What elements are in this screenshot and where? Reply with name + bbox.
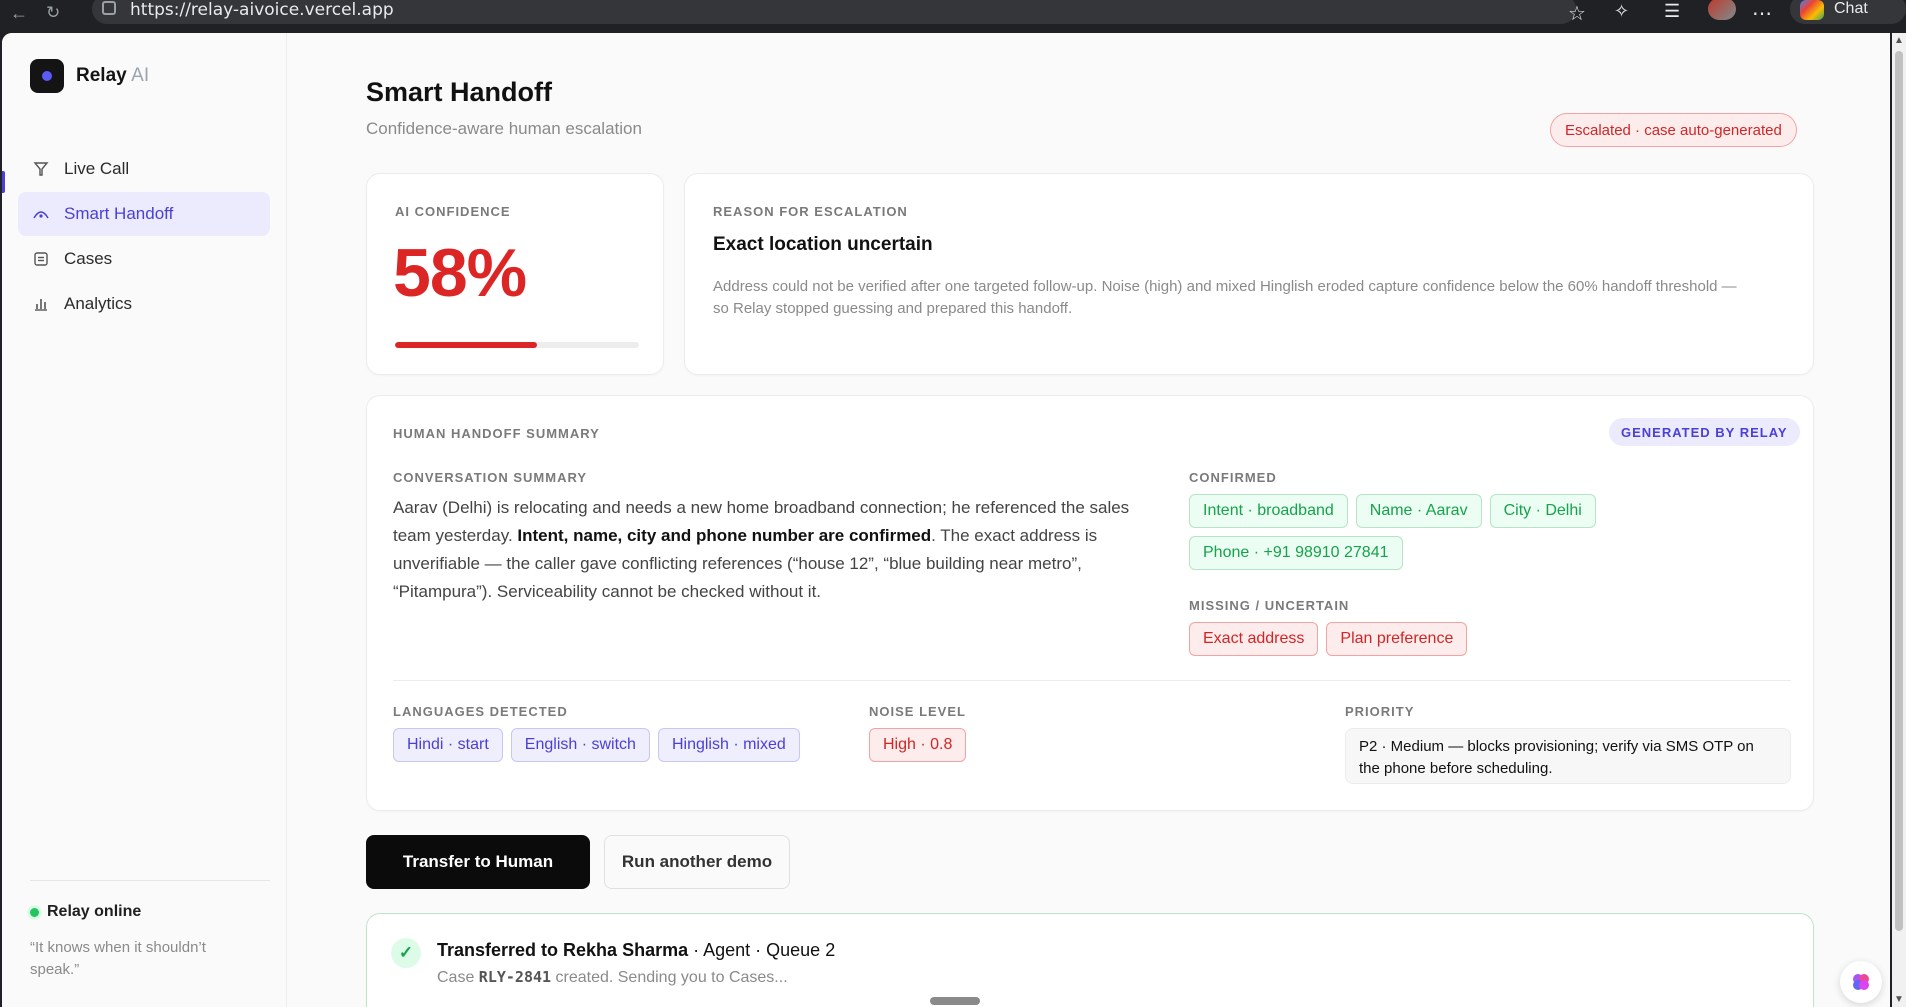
antenna-icon	[32, 160, 50, 178]
browser-chrome: ← ↻ https://relay-aivoice.vercel.app ☆ ✧…	[0, 0, 1906, 32]
conversation-label: CONVERSATION SUMMARY	[393, 470, 588, 485]
scroll-up-icon[interactable]: ▲	[1894, 35, 1904, 46]
transfer-status-card: ✓ Transferred to Rekha Sharma · Agent · …	[366, 913, 1814, 1007]
page-subtitle: Confidence-aware human escalation	[366, 119, 642, 138]
reason-text: Address could not be verified after one …	[713, 278, 1737, 317]
sidebar-item-analytics[interactable]: Analytics	[18, 282, 270, 326]
noise-chip: High · 0.8	[869, 728, 967, 762]
case-id[interactable]: RLY-2841	[479, 968, 551, 986]
priority-value: P2 · Medium — blocks provisioning; verif…	[1345, 728, 1791, 784]
online-status-dot	[30, 907, 39, 917]
generated-badge: GENERATED BY RELAY	[1609, 418, 1800, 446]
sidebar-item-label: Cases	[64, 249, 113, 268]
check-icon: ✓	[391, 938, 421, 968]
languages-label: LANGUAGES DETECTED	[393, 704, 568, 719]
language-chips: Hindi · start English · switch Hinglish …	[393, 728, 893, 762]
back-icon[interactable]: ←	[10, 3, 28, 24]
run-another-demo-button[interactable]: Run another demo	[604, 835, 790, 889]
missing-label: MISSING / UNCERTAIN	[1189, 598, 1350, 613]
reason-title: Exact location uncertain	[713, 234, 933, 255]
missing-chip: Exact address	[1189, 622, 1319, 656]
reason-label: REASON FOR ESCALATION	[713, 204, 908, 219]
confidence-card: AI CONFIDENCE 58%	[366, 173, 664, 375]
tagline: “It knows when it shouldn’t speak.”	[30, 939, 206, 978]
profile-avatar[interactable]	[1708, 0, 1736, 20]
chat-label: Chat	[1834, 0, 1868, 17]
more-icon[interactable]: ⋯	[1752, 1, 1772, 26]
page-title: Smart Handoff	[366, 77, 553, 107]
active-indicator	[2, 171, 5, 193]
online-status: Relay online	[47, 903, 142, 920]
sidebar-item-label: Live Call	[64, 159, 130, 178]
sidebar: Relay AI Live Call Smart Handoff Cases A…	[2, 33, 287, 1007]
sidebar-nav: Live Call Smart Handoff Cases Analytics	[18, 147, 270, 327]
confirmed-chip: Name · Aarav	[1355, 494, 1482, 528]
reload-icon[interactable]: ↻	[46, 3, 60, 23]
transfer-message: Transferred to Rekha Sharma · Agent · Qu…	[437, 940, 836, 960]
case-icon	[32, 250, 50, 268]
site-info-icon[interactable]	[102, 1, 116, 15]
copilot-icon	[1800, 0, 1824, 20]
reason-card: REASON FOR ESCALATION Exact location unc…	[684, 173, 1814, 375]
noise-label: NOISE LEVEL	[869, 704, 966, 719]
missing-chip: Plan preference	[1326, 622, 1468, 656]
status-badge: Escalated · case auto-generated	[1550, 113, 1797, 147]
confirmed-chips: Intent · broadband Name · Aarav City · D…	[1189, 494, 1789, 570]
handoff-summary-card: HUMAN HANDOFF SUMMARY GENERATED BY RELAY…	[366, 395, 1814, 811]
relay-logo-icon	[30, 59, 64, 93]
language-chip: English · switch	[510, 728, 650, 762]
brand-name: Relay	[76, 65, 127, 86]
confidence-value: 58%	[393, 235, 527, 311]
sidebar-item-live-call[interactable]: Live Call	[18, 147, 270, 191]
sidebar-item-label: Smart Handoff	[64, 204, 174, 223]
confidence-bar-fill	[395, 342, 537, 348]
sidebar-footer: Relay online “It knows when it shouldn’t…	[30, 880, 270, 981]
confidence-bar	[395, 342, 639, 348]
sidebar-item-label: Analytics	[64, 294, 133, 313]
conversation-summary: Aarav (Delhi) is relocating and needs a …	[393, 498, 1130, 601]
transfer-to-human-button[interactable]: Transfer to Human	[366, 835, 590, 889]
sidebar-item-smart-handoff[interactable]: Smart Handoff	[18, 192, 270, 236]
brand-suffix: AI	[131, 65, 150, 86]
brand[interactable]: Relay AI	[30, 59, 149, 93]
noise-chips: High · 0.8	[869, 728, 1169, 762]
confidence-label: AI CONFIDENCE	[395, 204, 511, 219]
confirmed-chip: City · Delhi	[1489, 494, 1596, 528]
sidebar-item-cases[interactable]: Cases	[18, 237, 270, 281]
url-text[interactable]: https://relay-aivoice.vercel.app	[130, 0, 394, 20]
drag-handle[interactable]	[930, 997, 980, 1005]
confirmed-chip: Intent · broadband	[1189, 494, 1348, 528]
page-scrollbar[interactable]: ▲ ▼	[1892, 33, 1906, 1007]
chart-icon	[32, 295, 50, 313]
handoff-icon	[32, 205, 50, 223]
app-viewport: Relay AI Live Call Smart Handoff Cases A…	[2, 33, 1890, 1007]
scroll-down-icon[interactable]: ▼	[1894, 994, 1904, 1005]
priority-label: PRIORITY	[1345, 704, 1415, 719]
scrollbar-thumb[interactable]	[1895, 51, 1903, 931]
case-message: Case RLY-2841 created. Sending you to Ca…	[437, 968, 788, 986]
favorites-icon[interactable]: ☰	[1664, 1, 1680, 22]
divider	[393, 680, 1791, 681]
summary-label: HUMAN HANDOFF SUMMARY	[393, 426, 600, 441]
confirmed-chip: Phone · +91 98910 27841	[1189, 536, 1403, 570]
assistant-brain-icon[interactable]	[1840, 961, 1882, 1003]
missing-chips: Exact address Plan preference	[1189, 622, 1789, 656]
language-chip: Hinglish · mixed	[657, 728, 800, 762]
confirmed-label: CONFIRMED	[1189, 470, 1277, 485]
language-chip: Hindi · start	[393, 728, 503, 762]
extensions-icon[interactable]: ✧	[1614, 1, 1629, 22]
star-icon[interactable]: ☆	[1568, 1, 1586, 26]
